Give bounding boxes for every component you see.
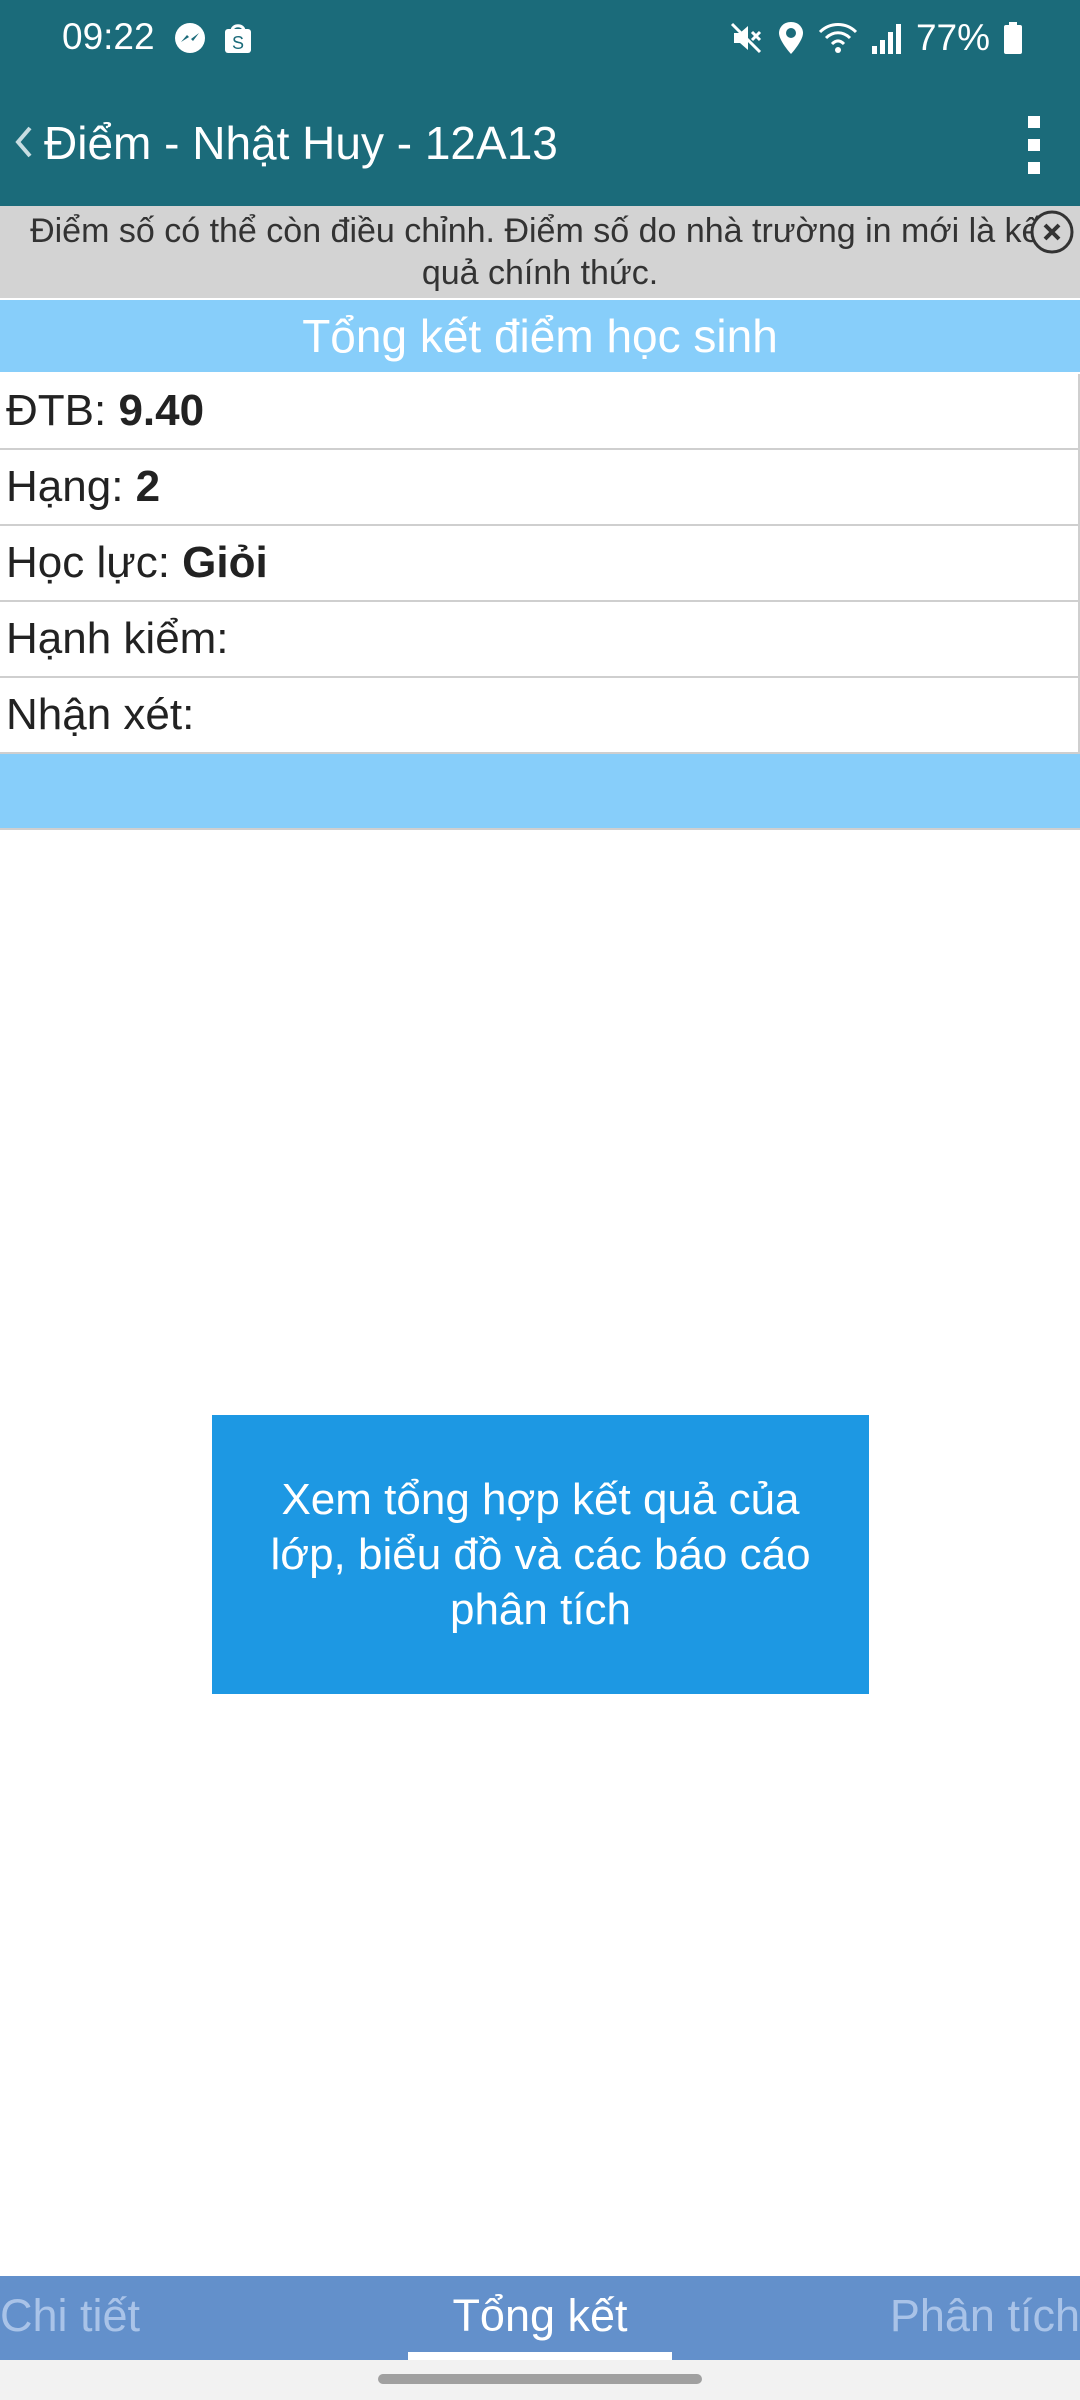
row-label: ĐTB: <box>6 386 119 435</box>
summary-footer <box>0 754 1080 830</box>
svg-text:S: S <box>232 33 244 53</box>
row-label: Hạnh kiểm: <box>6 614 229 663</box>
summary-row-conduct: Hạnh kiểm: <box>0 602 1080 678</box>
active-tab-indicator <box>408 2352 672 2360</box>
row-label: Hạng: <box>6 462 136 511</box>
system-nav-bar <box>0 2360 1080 2400</box>
notice-text: Điểm số có thể còn điều chỉnh. Điểm số d… <box>30 212 1050 292</box>
tab-analysis[interactable]: Phân tích <box>890 2276 1080 2360</box>
summary-row-dtb: ĐTB: 9.40 <box>0 374 1080 450</box>
summary-row-rank: Hạng: 2 <box>0 450 1080 526</box>
summary-row-academic: Học lực: Giỏi <box>0 526 1080 602</box>
summary-list: ĐTB: 9.40 Hạng: 2 Học lực: Giỏi Hạnh kiể… <box>0 374 1080 754</box>
row-value: 2 <box>135 462 161 511</box>
app-bar: Điểm - Nhật Huy - 12A13 <box>0 100 1080 190</box>
shopee-icon: S <box>225 24 251 53</box>
battery-percent: 77% <box>915 17 990 58</box>
signal-icon <box>871 24 901 54</box>
messenger-icon <box>175 23 205 53</box>
tab-detail[interactable]: Chi tiết <box>0 2276 140 2360</box>
wifi-icon <box>818 23 857 53</box>
row-label: Nhận xét: <box>6 690 195 739</box>
battery-icon <box>1004 22 1022 54</box>
class-report-label: Xem tổng hợp kết quả của lớp, biểu đồ và… <box>270 1475 811 1634</box>
row-label: Học lực: <box>6 538 183 587</box>
top-bar: 09:22 S 77% Điểm - Nhật Huy - 12A13 <box>0 0 1080 206</box>
row-value: 9.40 <box>118 386 205 435</box>
mute-icon <box>730 22 761 54</box>
summary-row-comment: Nhận xét: <box>0 678 1080 754</box>
status-time: 09:22 <box>62 16 155 57</box>
chevron-left-icon[interactable] <box>8 120 36 164</box>
close-circle-icon[interactable] <box>1028 208 1076 256</box>
status-bar: 09:22 S 77% <box>0 0 1080 78</box>
bottom-tab-bar: Chi tiết Tổng kết Phân tích <box>0 2276 1080 2360</box>
page-title: Điểm - Nhật Huy - 12A13 <box>44 117 558 169</box>
location-icon <box>778 22 803 54</box>
notice-banner: Điểm số có thể còn điều chỉnh. Điểm số d… <box>0 206 1080 298</box>
more-vert-icon[interactable] <box>1008 110 1060 180</box>
summary-header: Tổng kết điểm học sinh <box>0 300 1080 372</box>
tab-summary[interactable]: Tổng kết <box>452 2276 627 2360</box>
home-gesture-handle[interactable] <box>378 2374 702 2384</box>
class-report-button[interactable]: Xem tổng hợp kết quả của lớp, biểu đồ và… <box>212 1415 869 1694</box>
row-value: Giỏi <box>182 538 268 587</box>
